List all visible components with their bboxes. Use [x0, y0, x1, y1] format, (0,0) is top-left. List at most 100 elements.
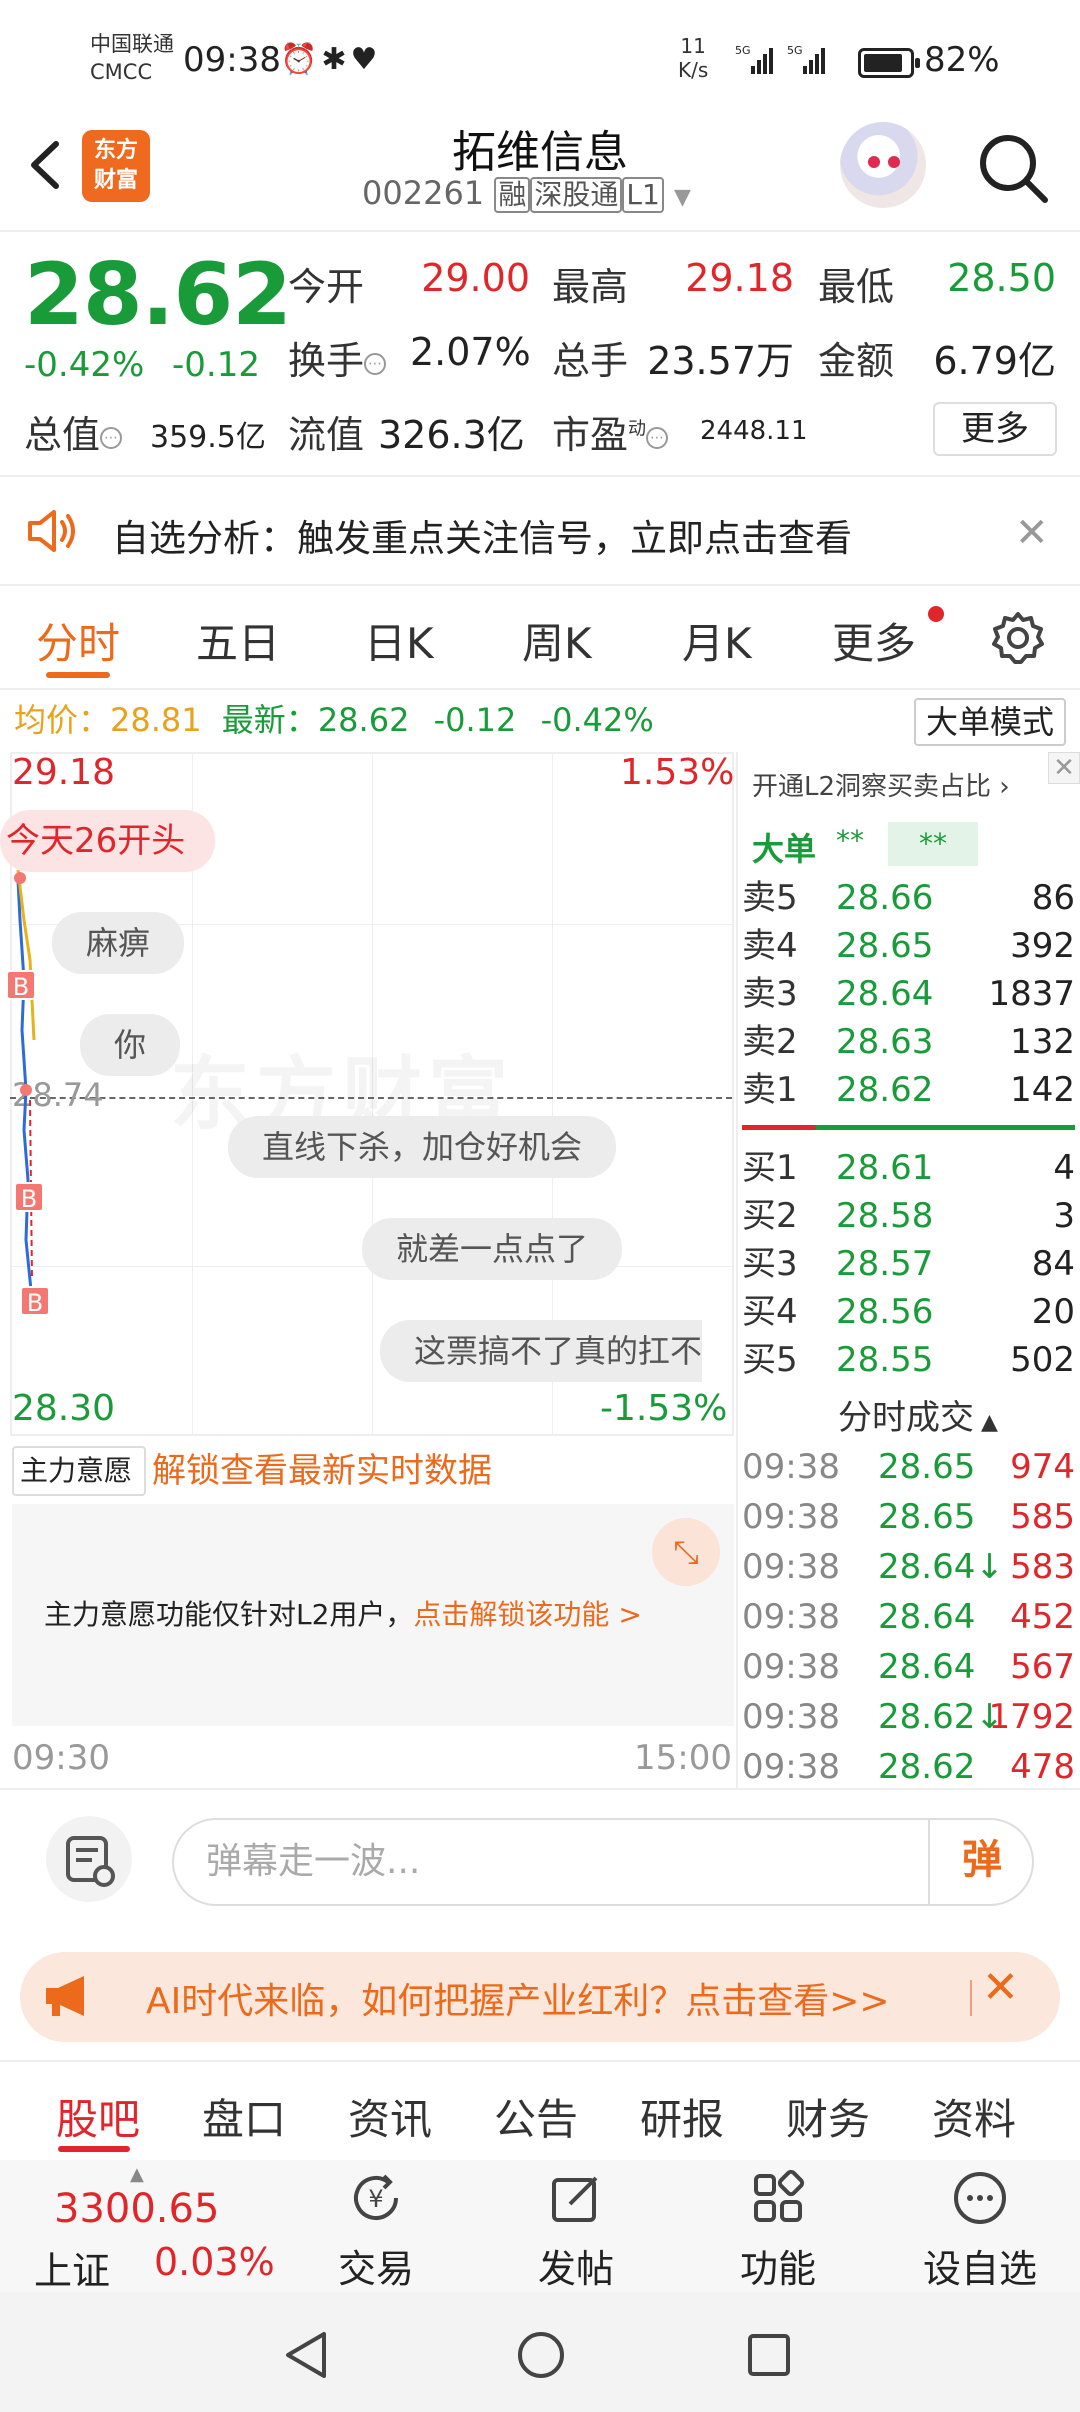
watchlist-notice[interactable]: 自选分析：触发重点关注信号，立即点击查看 ✕ — [0, 480, 1080, 580]
time-axis-end: 15:00 — [634, 1738, 732, 1778]
avg-value: 28.81 — [110, 701, 202, 739]
tab-news[interactable]: 资讯 — [348, 2086, 432, 2147]
watchlist-label: 设自选 — [922, 2247, 1037, 2291]
tab-intraday[interactable]: 分时 — [36, 610, 120, 671]
bid-volume: 3 — [1053, 1196, 1075, 1236]
close-icon[interactable]: ✕ — [982, 1962, 1019, 2013]
post-button[interactable]: 发帖 — [506, 2170, 646, 2293]
tab-profile[interactable]: 资料 — [932, 2086, 1016, 2147]
ticks-title-text: 分时成交 — [838, 1398, 974, 1438]
tab-announcements[interactable]: 公告 — [494, 2086, 578, 2147]
ai-robot-icon[interactable] — [840, 122, 926, 208]
tab-financials[interactable]: 财务 — [786, 2086, 870, 2147]
add-watchlist-button[interactable]: 设自选 — [910, 2170, 1050, 2293]
ticks-title[interactable]: 分时成交 ▲ — [838, 1390, 998, 1439]
indicator-select[interactable]: 主力意愿 ▼ — [12, 1446, 146, 1535]
nav-home-icon[interactable] — [516, 2330, 566, 2380]
ask-row[interactable]: 卖5 28.66 86 — [740, 874, 1075, 922]
danmu-bubble[interactable]: 麻痹 — [52, 912, 185, 974]
price-line — [16, 869, 36, 1300]
tick-time: 09:38 — [742, 1747, 840, 1787]
note-button[interactable] — [46, 1816, 132, 1902]
more-circle-icon — [954, 2172, 1006, 2224]
bid-row[interactable]: 买2 28.58 3 — [740, 1192, 1075, 1240]
l2-promo-link[interactable]: 开通L2洞察买卖占比 › — [752, 766, 1010, 803]
note-settings-icon — [66, 1836, 115, 1887]
tick-row: 09:38 28.65 974 — [742, 1442, 1075, 1492]
more-quote-button[interactable]: 更多 — [933, 402, 1057, 456]
caret-up-icon: ▲ — [130, 2164, 144, 2185]
yuan-exchange-icon: ¥ — [354, 2174, 398, 2220]
buy-marker[interactable]: B — [14, 1182, 44, 1213]
divider — [0, 475, 1080, 477]
bid-row[interactable]: 买5 28.55 502 — [740, 1336, 1075, 1384]
divider — [0, 230, 1080, 232]
speaker-icon — [28, 510, 75, 552]
bid-row[interactable]: 买1 28.61 4 — [740, 1144, 1075, 1192]
tab-more[interactable]: 更多 — [832, 610, 916, 671]
ask-row[interactable]: 卖2 28.63 132 — [740, 1018, 1075, 1066]
divider — [0, 2060, 1080, 2062]
function-button[interactable]: 功能 — [708, 2169, 848, 2293]
unlock-link[interactable]: 解锁查看最新实时数据 — [152, 1446, 492, 1496]
tab-daily-k[interactable]: 日K — [364, 610, 434, 671]
time-axis-start: 09:30 — [12, 1738, 110, 1778]
tab-research[interactable]: 研报 — [640, 2086, 724, 2147]
low-label: 最低 — [818, 265, 895, 309]
danmu-bubble[interactable]: 就差一点点了 — [362, 1218, 623, 1280]
order-book: 开通L2洞察买卖占比 › ✕ 大单 ** ** 卖5 28.66 86 卖4 28.6… — [740, 752, 1080, 1392]
unlock-feature-link[interactable]: 点击解锁该功能 > — [413, 1598, 641, 1631]
tab-monthly-k[interactable]: 月K — [682, 610, 752, 671]
latest-change-percent: -0.42% — [540, 701, 654, 739]
buy-marker[interactable]: B — [20, 1286, 50, 1317]
mktcap-label[interactable]: 总值 ⋯ — [24, 404, 123, 459]
tab-five-day[interactable]: 五日 — [196, 610, 280, 671]
ask-row[interactable]: 卖1 28.62 142 — [740, 1066, 1075, 1114]
danmu-bubble[interactable]: 直线下杀，加仓好机会 — [228, 1116, 617, 1178]
big-order-mode-button[interactable]: 大单模式 — [914, 698, 1066, 746]
tab-weekly-k[interactable]: 周K — [522, 610, 592, 671]
info-icon: ⋯ — [364, 352, 387, 375]
index-name[interactable]: 上证 — [34, 2240, 110, 2295]
tab-order-book[interactable]: 盘口 — [202, 2086, 286, 2147]
megaphone-icon — [46, 1976, 84, 2016]
nav-back-icon[interactable] — [284, 2330, 330, 2380]
trade-button[interactable]: ¥ 交易 — [306, 2170, 446, 2293]
danmu-input[interactable]: 弹幕走一波... — [172, 1818, 1034, 1906]
change-percent: -0.42% — [24, 345, 145, 385]
turnover-label[interactable]: 换手 ⋯ — [288, 330, 387, 385]
danmu-bubble[interactable]: 你 — [80, 1014, 181, 1076]
tick-volume: 583 — [1010, 1547, 1075, 1587]
pe-label[interactable]: 市盈动 ⋯ — [552, 404, 669, 459]
close-icon[interactable]: ✕ — [1015, 510, 1049, 556]
tick-price: 28.64 — [878, 1647, 976, 1687]
danmu-bubble[interactable]: 今天26开头 — [0, 810, 216, 872]
notification-dot — [928, 606, 944, 622]
settings-gear-icon[interactable] — [990, 610, 1046, 666]
ai-banner[interactable]: AI时代来临，如何把握产业红利？点击查看>> ✕ — [20, 1952, 1060, 2042]
index-value[interactable]: 3300.65 — [54, 2186, 219, 2232]
search-button[interactable] — [975, 130, 1051, 206]
notice-text: 自选分析：触发重点关注信号，立即点击查看 — [112, 517, 852, 560]
margin-tag: 融 — [494, 177, 531, 213]
ask-price: 28.65 — [836, 926, 934, 966]
ask-row[interactable]: 卖3 28.64 1837 — [740, 970, 1075, 1018]
ask-row[interactable]: 卖4 28.65 392 — [740, 922, 1075, 970]
ask-label: 卖2 — [742, 1022, 798, 1062]
bid-row[interactable]: 买3 28.57 84 — [740, 1240, 1075, 1288]
stock-subtitle[interactable]: 002261 融深股通 L1 ▼ — [362, 174, 691, 213]
bid-row[interactable]: 买4 28.56 20 — [740, 1288, 1075, 1336]
ask-volume: 86 — [1031, 878, 1075, 918]
tick-row: 09:38 28.64↓ 583 — [742, 1542, 1075, 1592]
nav-recents-icon[interactable] — [746, 2332, 792, 2378]
close-icon[interactable]: ✕ — [1048, 752, 1080, 784]
tab-forum[interactable]: 股吧 — [56, 2086, 140, 2147]
index-change-percent[interactable]: 0.03% — [154, 2240, 275, 2284]
buy-marker[interactable]: B — [6, 970, 36, 1001]
bluetooth-icon: ✱ — [321, 42, 351, 77]
danmu-bubble[interactable]: 这票搞不了真的扛不 — [380, 1320, 703, 1382]
danmu-send-button[interactable]: 弹 — [928, 1818, 1034, 1906]
net-speed-value: 11 — [680, 34, 706, 58]
expand-icon[interactable]: ⤡ — [652, 1518, 720, 1586]
carrier-label: 中国联通 CMCC — [90, 30, 174, 86]
